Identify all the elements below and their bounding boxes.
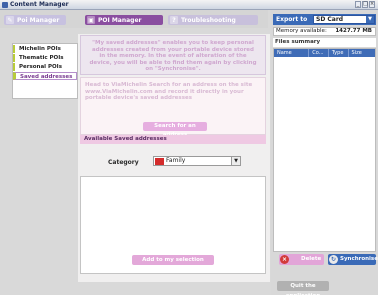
troubleshooting-icon: ? bbox=[170, 16, 178, 24]
category-row: Category Family ▼ bbox=[80, 147, 266, 177]
main-panel: "My saved addresses" enables you to keep… bbox=[78, 34, 270, 282]
files-summary-heading: Files summary bbox=[273, 38, 376, 47]
tab-poi-manager[interactable]: ▣ POI Manager bbox=[85, 15, 163, 25]
memory-row: Memory available: 1427.77 MB bbox=[273, 27, 376, 36]
sidebar-item-michelin-pois[interactable]: Michelin POIs bbox=[13, 45, 77, 53]
window-controls: _ □ × bbox=[355, 1, 375, 8]
export-value: SD Card bbox=[316, 16, 344, 23]
search-panel: Head to ViaMichelin Search for an addres… bbox=[80, 77, 266, 138]
files-table-header: Name Co... Type Size bbox=[274, 49, 375, 57]
column-header-size[interactable]: Size bbox=[349, 49, 375, 57]
column-header-co[interactable]: Co... bbox=[309, 49, 329, 57]
export-label: Export to bbox=[276, 16, 308, 23]
export-select[interactable]: SD Card ▼ bbox=[313, 15, 375, 24]
info-text: "My saved addresses" enables you to keep… bbox=[89, 40, 257, 72]
delete-button[interactable]: × Delete bbox=[279, 254, 324, 265]
tab-troubleshooting-label: Troubleshooting bbox=[181, 16, 236, 24]
app-icon bbox=[2, 2, 8, 8]
category-select[interactable]: Family ▼ bbox=[153, 156, 241, 166]
chevron-down-icon[interactable]: ▼ bbox=[366, 16, 374, 23]
tab-troubleshooting[interactable]: ? Troubleshooting bbox=[168, 15, 258, 25]
column-header-type[interactable]: Type bbox=[329, 49, 349, 57]
delete-label: Delete bbox=[301, 256, 322, 262]
info-panel: "My saved addresses" enables you to keep… bbox=[80, 35, 266, 75]
synchronise-label: Synchronise bbox=[340, 256, 378, 262]
category-flag-icon bbox=[155, 158, 164, 165]
add-to-selection-button[interactable]: Add to my selection bbox=[132, 255, 214, 265]
right-panel: Export to SD Card ▼ Memory available: 14… bbox=[271, 10, 378, 295]
tab-poi[interactable]: ✎ Poi Manager bbox=[4, 15, 66, 25]
tab-poi-manager-label: POI Manager bbox=[98, 16, 142, 24]
window-titlebar: Content Manager _ □ × bbox=[0, 0, 378, 10]
sidebar-item-saved-addresses[interactable]: Saved addresses bbox=[13, 72, 77, 80]
category-label: Category bbox=[108, 159, 139, 166]
column-header-name[interactable]: Name bbox=[274, 49, 310, 57]
window-title: Content Manager bbox=[10, 1, 69, 8]
category-value: Family bbox=[166, 157, 186, 164]
memory-label: Memory available: bbox=[276, 28, 327, 34]
quit-button[interactable]: Quit the application bbox=[277, 281, 329, 295]
top-tab-bar: ✎ Poi Manager ▣ POI Manager ? Troublesho… bbox=[0, 10, 268, 28]
maximize-button[interactable]: □ bbox=[362, 1, 368, 8]
close-button[interactable]: × bbox=[369, 1, 375, 8]
files-summary-table[interactable]: Name Co... Type Size bbox=[273, 48, 376, 252]
sidebar-item-thematic-pois[interactable]: Thematic POIs bbox=[13, 54, 77, 62]
poi-icon: ✎ bbox=[6, 16, 14, 24]
chevron-down-icon[interactable]: ▼ bbox=[231, 157, 240, 165]
search-info-text: Head to ViaMichelin Search for an addres… bbox=[85, 82, 253, 101]
delete-icon: × bbox=[280, 255, 289, 264]
search-address-button[interactable]: Search for an address bbox=[143, 122, 207, 138]
poi-manager-icon: ▣ bbox=[87, 16, 95, 24]
sidebar: Michelin POIs Thematic POIs Personal POI… bbox=[12, 43, 78, 99]
sidebar-item-personal-pois[interactable]: Personal POIs bbox=[13, 63, 77, 71]
memory-value: 1427.77 MB bbox=[335, 28, 372, 34]
available-saved-addresses-heading: Available Saved addresses bbox=[80, 135, 266, 144]
minimize-button[interactable]: _ bbox=[355, 1, 361, 8]
tab-poi-label: Poi Manager bbox=[17, 16, 60, 24]
export-row: Export to SD Card ▼ bbox=[273, 14, 376, 25]
synchronise-button[interactable]: ↻ Synchronise bbox=[328, 254, 378, 265]
sync-icon: ↻ bbox=[329, 255, 338, 264]
